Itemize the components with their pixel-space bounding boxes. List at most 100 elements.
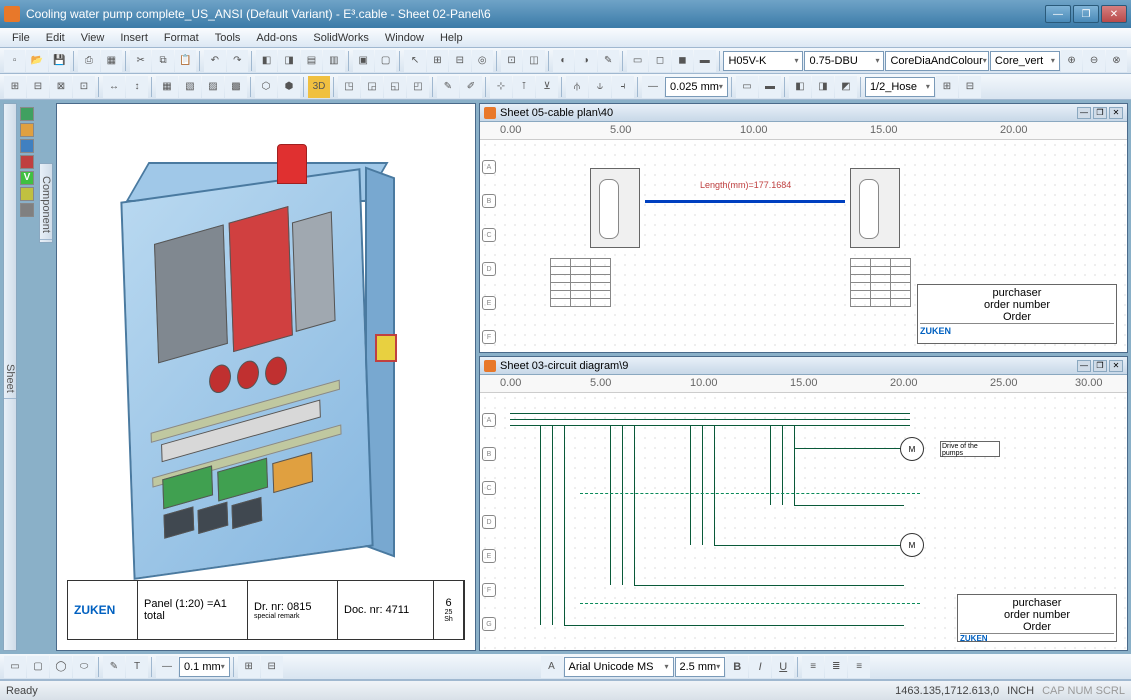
minimize-button[interactable]: — [1045,5,1071,23]
pane-close-icon[interactable]: ✕ [1109,107,1123,119]
tool-icon[interactable]: ◎ [472,50,493,72]
tool-icon[interactable]: ▬ [759,76,781,98]
tool-icon[interactable]: ⊹ [490,76,512,98]
tool-icon[interactable]: — [156,656,178,678]
tool-icon[interactable]: ✎ [103,656,125,678]
arrow-icon[interactable]: ↖ [404,50,425,72]
align-right-icon[interactable]: ≡ [848,656,870,678]
tool-icon[interactable]: ◑ [575,50,596,72]
save-icon[interactable]: 💾 [49,50,70,72]
undo-icon[interactable]: ↶ [204,50,225,72]
tool-icon[interactable]: ⊺ [513,76,535,98]
strip-icon[interactable] [20,187,34,201]
tool-icon[interactable]: ▢ [27,656,49,678]
tool-icon[interactable]: ⊖ [1083,50,1104,72]
tool-icon[interactable]: ◩ [835,76,857,98]
print-icon[interactable]: ⎙ [78,50,99,72]
tool-icon[interactable]: ⊻ [536,76,558,98]
tool-icon[interactable]: ↔ [103,76,125,98]
tool-icon[interactable]: ◳ [338,76,360,98]
tool-icon[interactable]: ▭ [627,50,648,72]
circuit-pane-header[interactable]: Sheet 03-circuit diagram\9 — ❐ ✕ [480,357,1127,375]
underline-icon[interactable]: U [772,656,794,678]
core-vert-combo[interactable]: Core_vert [990,51,1060,71]
tool-icon[interactable]: ▦ [156,76,178,98]
tool-icon[interactable]: — [642,76,664,98]
cut-icon[interactable]: ✂ [130,50,151,72]
bottom-linewidth-combo[interactable]: 0.1 mm [179,657,230,677]
strip-icon[interactable] [20,107,34,121]
cable-pane-header[interactable]: Sheet 05-cable plan\40 — ❐ ✕ [480,104,1127,122]
menu-insert[interactable]: Insert [112,30,156,46]
circuit-canvas[interactable]: A B C D E F G [480,393,1127,650]
strip-icon[interactable] [20,123,34,137]
font-combo[interactable]: Arial Unicode MS [564,657,674,677]
wire-type-combo[interactable]: H05V-K [723,51,803,71]
tool-icon[interactable]: ⊡ [501,50,522,72]
tool-icon[interactable]: ▤ [301,50,322,72]
fontsize-combo[interactable]: 2.5 mm [675,657,726,677]
tool-icon[interactable]: ⊕ [1061,50,1082,72]
tool-icon[interactable]: ⊟ [449,50,470,72]
wire-gauge-combo[interactable]: 0.75-DBU [804,51,884,71]
tool-icon[interactable]: ◨ [278,50,299,72]
menu-format[interactable]: Format [156,30,207,46]
menu-edit[interactable]: Edit [38,30,73,46]
tool-icon[interactable]: ⫛ [566,76,588,98]
menu-help[interactable]: Help [432,30,471,46]
tool-icon[interactable]: ⊞ [936,76,958,98]
menu-file[interactable]: File [4,30,38,46]
bold-icon[interactable]: B [726,656,748,678]
strip-icon[interactable] [20,139,34,153]
copy-icon[interactable]: ⧉ [152,50,173,72]
tool-icon[interactable]: ✎ [598,50,619,72]
tool-icon[interactable]: ⫝ [589,76,611,98]
align-left-icon[interactable]: ≡ [802,656,824,678]
tool-icon[interactable]: ⊟ [261,656,283,678]
menu-solidworks[interactable]: SolidWorks [305,30,376,46]
menu-addons[interactable]: Add-ons [248,30,305,46]
tool-icon[interactable]: ▩ [225,76,247,98]
tool-icon[interactable]: ▭ [736,76,758,98]
tool-icon[interactable]: ◫ [523,50,544,72]
tool-icon[interactable]: ⊞ [4,76,26,98]
tool-icon[interactable]: ▢ [375,50,396,72]
3d-button[interactable]: 3D [308,76,330,98]
tool-icon[interactable]: ⊠ [50,76,72,98]
tool-icon[interactable]: ⊟ [959,76,981,98]
tool-icon[interactable]: ▨ [202,76,224,98]
tool-icon[interactable]: ◨ [812,76,834,98]
tool-icon[interactable]: ✎ [437,76,459,98]
close-button[interactable]: ✕ [1101,5,1127,23]
component-dock[interactable]: Component [39,163,53,243]
tool-icon[interactable]: ▣ [353,50,374,72]
tool-icon[interactable]: ▥ [323,50,344,72]
component-tab[interactable]: Component [40,170,52,240]
menu-window[interactable]: Window [377,30,432,46]
open-icon[interactable]: 📂 [26,50,47,72]
new-icon[interactable]: ▫ [4,50,25,72]
tool-icon[interactable]: ↕ [126,76,148,98]
tool-icon[interactable]: ◰ [407,76,429,98]
core-option-combo[interactable]: CoreDiaAndColour [885,51,988,71]
tool-icon[interactable]: ◧ [789,76,811,98]
tool-icon[interactable]: ◻ [649,50,670,72]
align-center-icon[interactable]: ≣ [825,656,847,678]
hose-combo[interactable]: 1/2_Hose [865,77,935,97]
cable-canvas[interactable]: A B C D E F [480,140,1127,352]
tool-icon[interactable]: ▭ [4,656,26,678]
tool-icon[interactable]: T [126,656,148,678]
redo-icon[interactable]: ↷ [227,50,248,72]
pane-max-icon[interactable]: ❐ [1093,107,1107,119]
pane-min-icon[interactable]: — [1077,360,1091,372]
tool-icon[interactable]: ▬ [694,50,715,72]
tool-icon[interactable]: ⊟ [27,76,49,98]
tool-icon[interactable]: ⊗ [1106,50,1127,72]
italic-icon[interactable]: I [749,656,771,678]
menu-view[interactable]: View [73,30,113,46]
sheet-dock[interactable]: Sheet [3,103,17,651]
paste-icon[interactable]: 📋 [175,50,196,72]
strip-icon[interactable] [20,155,34,169]
maximize-button[interactable]: ❐ [1073,5,1099,23]
pane-max-icon[interactable]: ❐ [1093,360,1107,372]
